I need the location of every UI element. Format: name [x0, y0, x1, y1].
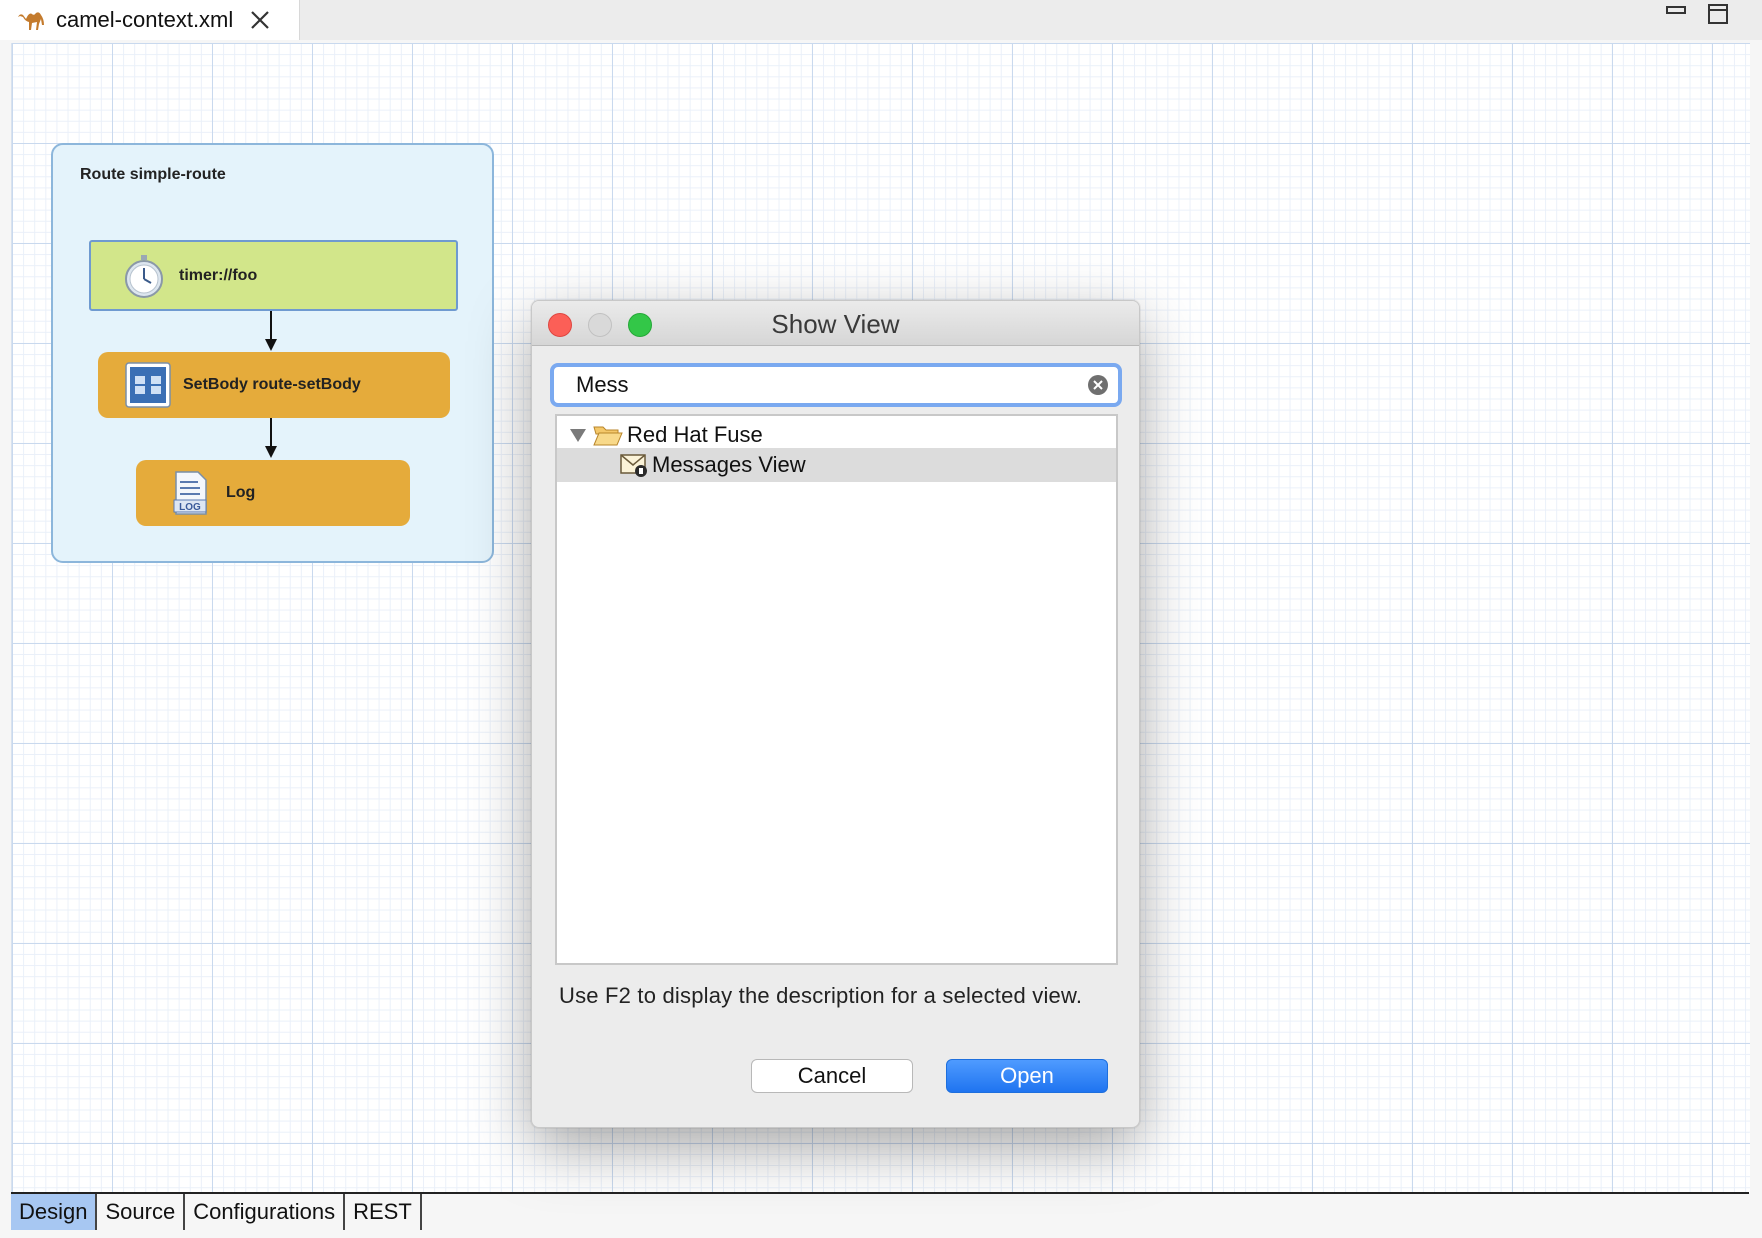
tree-item-label: Messages View: [652, 452, 806, 477]
log-node[interactable]: LOG Log: [136, 460, 410, 526]
route-title: Route simple-route: [80, 166, 226, 183]
log-node-label: Log: [226, 484, 256, 501]
description-hint: Use F2 to display the description for a …: [559, 983, 1083, 1008]
svg-text:LOG: LOG: [179, 502, 201, 513]
filter-search-input[interactable]: [550, 363, 1122, 407]
camel-icon: [18, 12, 44, 30]
dialog-titlebar: Show View: [532, 301, 1139, 346]
timer-endpoint-node[interactable]: timer://foo: [89, 240, 458, 311]
setbody-icon: [125, 362, 171, 408]
view-tree: Red Hat Fuse Messages View: [555, 414, 1118, 965]
flow-arrow: [265, 311, 277, 351]
editor-tab-label: camel-context.xml: [56, 7, 234, 32]
cancel-button[interactable]: Cancel: [751, 1059, 913, 1093]
log-icon: LOG: [173, 471, 207, 515]
open-button[interactable]: Open: [946, 1059, 1108, 1093]
close-icon[interactable]: [249, 9, 271, 31]
timer-node-label: timer://foo: [179, 266, 258, 284]
stopwatch-icon: [125, 254, 163, 298]
setbody-node-label: SetBody route-setBody: [183, 376, 361, 393]
clear-search-icon[interactable]: [1087, 374, 1109, 396]
tab-configurations[interactable]: Configurations: [185, 1194, 346, 1230]
tree-folder-red-hat-fuse[interactable]: Red Hat Fuse: [557, 418, 1116, 452]
tab-source[interactable]: Source: [97, 1194, 186, 1230]
dialog-title: Show View: [771, 309, 900, 339]
editor-tab-camel-context[interactable]: camel-context.xml: [0, 0, 300, 40]
tree-folder-label: Red Hat Fuse: [627, 422, 763, 447]
setbody-node[interactable]: SetBody route-setBody: [98, 352, 450, 418]
maximize-icon[interactable]: [1706, 2, 1730, 26]
editor-tab-bar: camel-context.xml: [0, 0, 1762, 40]
flow-arrow: [265, 418, 277, 458]
minimize-icon[interactable]: [1664, 2, 1688, 26]
tab-design[interactable]: Design: [11, 1194, 98, 1230]
show-view-dialog: Show View Red Hat Fuse Messages View: [531, 300, 1140, 1128]
editor-bottom-tabs: Design Source Configurations REST: [11, 1194, 422, 1230]
messages-view-icon: [620, 454, 647, 477]
tab-rest[interactable]: REST: [345, 1194, 422, 1230]
open-folder-icon: [593, 426, 623, 446]
expand-triangle-icon[interactable]: [569, 427, 587, 443]
tree-item-messages-view[interactable]: Messages View: [557, 448, 1116, 482]
